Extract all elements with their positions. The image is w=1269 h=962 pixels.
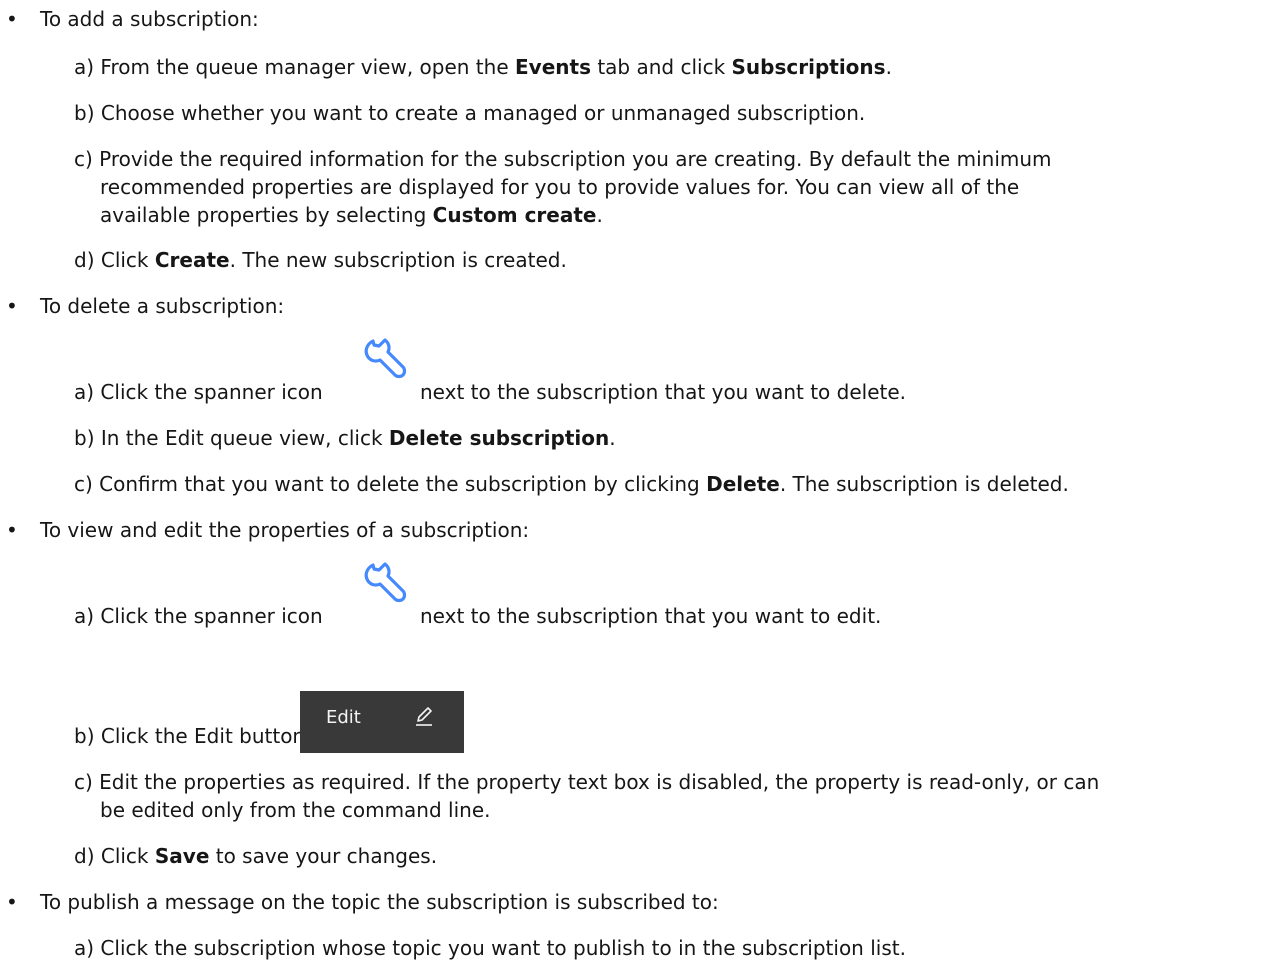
custom-create-ref: Custom create (432, 203, 597, 227)
delete-subscription-ref: Delete subscription (388, 426, 610, 450)
edit-step-c-line1: c) Edit the properties as required. If t… (74, 770, 1100, 794)
add-step-c-line1: c) Provide the required information for … (74, 147, 1052, 171)
wrench-icon (364, 338, 407, 379)
edit-step-a-text: a) Click the spanner icon (74, 604, 323, 628)
wrench-icon (364, 562, 407, 603)
save-ref: Save (154, 844, 210, 868)
delete-step-b: b) In the Edit queue view, click Delete … (74, 426, 616, 450)
edit-step-c-line2: be edited only from the command line. (100, 798, 491, 822)
edit-button-image: Edit (300, 691, 464, 753)
bullet: • (6, 294, 18, 318)
publish-heading: To publish a message on the topic the su… (40, 890, 719, 914)
bullet: • (6, 518, 18, 542)
add-step-b: b) Choose whether you want to create a m… (74, 101, 866, 125)
publish-step-a: a) Click the subscription whose topic yo… (74, 936, 906, 960)
add-step-a: a) From the queue manager view, open the… (74, 55, 892, 79)
bullet: • (6, 7, 18, 31)
subscriptions-ref: Subscriptions (731, 55, 886, 79)
add-step-c-line2: recommended properties are displayed for… (100, 175, 1020, 199)
add-step-d: d) Click Create. The new subscription is… (74, 248, 567, 272)
edit-step-b: b) Click the Edit button (74, 724, 306, 748)
edit-button-label: Edit (326, 707, 361, 728)
pencil-icon (416, 707, 432, 726)
edit-subscription-heading: To view and edit the properties of a sub… (40, 518, 530, 542)
create-ref: Create (154, 248, 230, 272)
delete-step-a-text: a) Click the spanner icon (74, 380, 323, 404)
delete-step-a-text-cont: next to the subscription that you want t… (420, 380, 906, 404)
delete-subscription-heading: To delete a subscription: (40, 294, 285, 318)
delete-step-c: c) Confirm that you want to delete the s… (74, 472, 1069, 496)
add-step-c-line3: available properties by selecting Custom… (100, 203, 603, 227)
delete-ref: Delete (706, 472, 780, 496)
bullet: • (6, 890, 18, 914)
edit-step-d: d) Click Save to save your changes. (74, 844, 438, 868)
edit-step-a-text-cont: next to the subscription that you want t… (420, 604, 882, 628)
add-subscription-heading: To add a subscription: (40, 7, 259, 31)
events-tab-ref: Events (515, 55, 591, 79)
